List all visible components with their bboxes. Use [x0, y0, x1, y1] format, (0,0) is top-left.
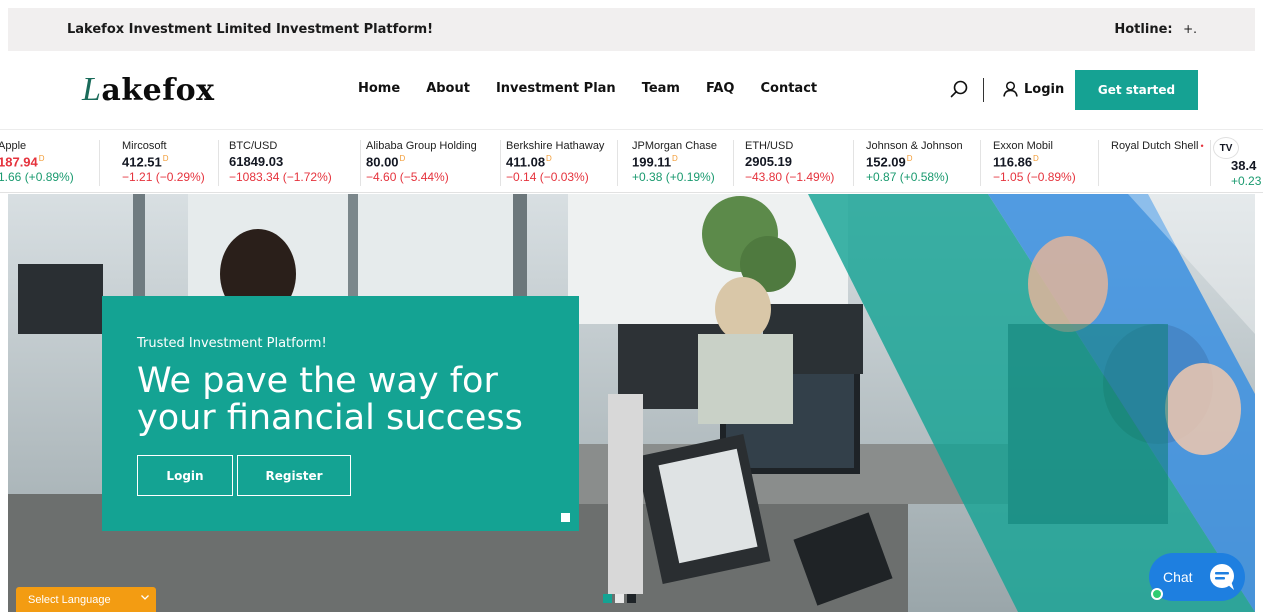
- header-divider: [983, 78, 984, 102]
- ticker-name: Alibaba Group Holding: [366, 140, 477, 152]
- ticker-change: −0.14 (−0.03%): [506, 170, 589, 185]
- ticker-price: 411.08D: [506, 154, 552, 170]
- ticker-change: −43.80 (−1.49%): [745, 170, 835, 184]
- ticker-name: Apple: [0, 140, 27, 152]
- hotline-label: Hotline:: [1114, 22, 1173, 37]
- delayed-marker: D: [672, 154, 678, 163]
- ticker-name: JPMorgan Chase: [632, 140, 717, 152]
- ticker-item[interactable]: Alibaba Group Holding 80.00D −4.60 (−5.4…: [366, 140, 501, 186]
- ticker-change: +0.23: [1231, 174, 1262, 188]
- nav-team[interactable]: Team: [642, 81, 680, 96]
- slider-dot[interactable]: [615, 594, 624, 603]
- ticker-change: −4.60 (−5.44%): [366, 170, 449, 185]
- ticker-change: −1.21 (−0.29%): [122, 170, 205, 185]
- ticker-name: Royal Dutch Shell •: [1111, 140, 1204, 152]
- login-link[interactable]: Login: [1003, 81, 1064, 97]
- ticker-name: Exxon Mobil: [993, 140, 1053, 152]
- delayed-marker: D: [162, 154, 169, 163]
- ticker-item[interactable]: Royal Dutch Shell •: [1111, 140, 1211, 186]
- language-select[interactable]: Select Language: [16, 587, 156, 612]
- nav-faq[interactable]: FAQ: [706, 81, 735, 96]
- ticker-price: 412.51D: [122, 154, 169, 170]
- ticker-name: Mircosoft: [122, 140, 167, 152]
- hero-login-button[interactable]: Login: [137, 455, 233, 496]
- logo-text: akefox: [101, 73, 215, 108]
- slider-pagination: [603, 594, 636, 603]
- top-bar: Lakefox Investment Limited Investment Pl…: [8, 8, 1255, 51]
- chat-widget-button[interactable]: Chat: [1149, 553, 1245, 601]
- delayed-marker: D: [906, 154, 913, 163]
- online-status-dot: [1151, 588, 1163, 600]
- ticker-change: −1.05 (−0.89%): [993, 170, 1076, 185]
- hotline-value[interactable]: +.: [1183, 22, 1197, 36]
- ticker-price: 152.09D: [866, 154, 913, 170]
- hero-section: Trusted Investment Platform! We pave the…: [8, 194, 1255, 612]
- ticker-price: 38.4: [1231, 158, 1257, 173]
- nav-investment-plan[interactable]: Investment Plan: [496, 81, 616, 96]
- ticker-name: Berkshire Hathaway: [506, 140, 605, 152]
- tagline: Lakefox Investment Limited Investment Pl…: [67, 22, 434, 37]
- ticker-item[interactable]: BTC/USD 61849.03 −1083.34 (−1.72%): [229, 140, 361, 186]
- page: Lakefox Investment Limited Investment Pl…: [0, 0, 1263, 612]
- stock-ticker: Apple 187.94D 1.66 (+0.89%) Mircosoft 41…: [0, 129, 1263, 193]
- ticker-change: +0.38 (+0.19%): [632, 170, 715, 185]
- delayed-marker: D: [399, 154, 406, 163]
- slider-dot[interactable]: [627, 594, 636, 603]
- nav-contact[interactable]: Contact: [760, 81, 817, 96]
- ticker-price: 199.11D: [632, 154, 678, 170]
- tradingview-logo-icon[interactable]: TV: [1213, 137, 1239, 159]
- hero-card: Trusted Investment Platform! We pave the…: [102, 296, 579, 531]
- hero-headline: We pave the way for your financial succe…: [137, 361, 523, 438]
- ticker-item[interactable]: Johnson & Johnson 152.09D +0.87 (+0.58%): [866, 140, 981, 186]
- ticker-change: +0.87 (+0.58%): [866, 170, 949, 185]
- ticker-change: 1.66 (+0.89%): [0, 170, 74, 185]
- ticker-name: BTC/USD: [229, 140, 278, 152]
- ticker-price: 116.86D: [993, 154, 1039, 170]
- ticker-item[interactable]: Exxon Mobil 116.86D −1.05 (−0.89%): [993, 140, 1099, 186]
- chevron-down-icon: [141, 595, 149, 600]
- chat-label: Chat: [1163, 569, 1193, 585]
- ticker-item[interactable]: JPMorgan Chase 199.11D +0.38 (+0.19%): [632, 140, 734, 186]
- ticker-item[interactable]: Mircosoft 412.51D −1.21 (−0.29%): [122, 140, 219, 186]
- ticker-price: 187.94D: [0, 154, 45, 170]
- hotline: Hotline: +.: [1114, 22, 1197, 37]
- delayed-marker: D: [38, 154, 45, 163]
- delayed-marker: D: [1033, 154, 1039, 163]
- nav-about[interactable]: About: [426, 81, 470, 96]
- nav-home[interactable]: Home: [358, 81, 400, 96]
- ticker-item[interactable]: 38.4 +0.23: [1231, 158, 1263, 192]
- slide-marker: [561, 513, 570, 522]
- search-icon[interactable]: [950, 80, 968, 98]
- slider-dot-active[interactable]: [603, 594, 612, 603]
- language-select-label: Select Language: [28, 593, 111, 606]
- ticker-item[interactable]: Berkshire Hathaway 411.08D −0.14 (−0.03%…: [506, 140, 618, 186]
- live-marker: •: [1200, 141, 1204, 151]
- user-icon: [1003, 81, 1018, 97]
- ticker-price: 2905.19: [745, 154, 792, 169]
- chat-bubble-icon: [1210, 564, 1234, 590]
- delayed-marker: D: [546, 154, 552, 163]
- ticker-name: Johnson & Johnson: [866, 140, 963, 152]
- login-label: Login: [1024, 81, 1065, 97]
- ticker-price: 61849.03: [229, 154, 284, 169]
- logo[interactable]: Lakefox: [82, 71, 215, 109]
- main-nav: Home About Investment Plan Team FAQ Cont…: [358, 81, 843, 96]
- hero-kicker: Trusted Investment Platform!: [137, 336, 327, 351]
- ticker-item[interactable]: ETH/USD 2905.19 −43.80 (−1.49%): [745, 140, 854, 186]
- logo-initial: L: [82, 71, 102, 108]
- ticker-price: 80.00D: [366, 154, 406, 170]
- ticker-change: −1083.34 (−1.72%): [229, 170, 332, 184]
- ticker-item[interactable]: Apple 187.94D 1.66 (+0.89%): [0, 140, 100, 186]
- get-started-button[interactable]: Get started: [1075, 70, 1198, 110]
- hero-register-button[interactable]: Register: [237, 455, 351, 496]
- site-header: Lakefox Home About Investment Plan Team …: [8, 51, 1255, 129]
- ticker-name: ETH/USD: [745, 140, 794, 152]
